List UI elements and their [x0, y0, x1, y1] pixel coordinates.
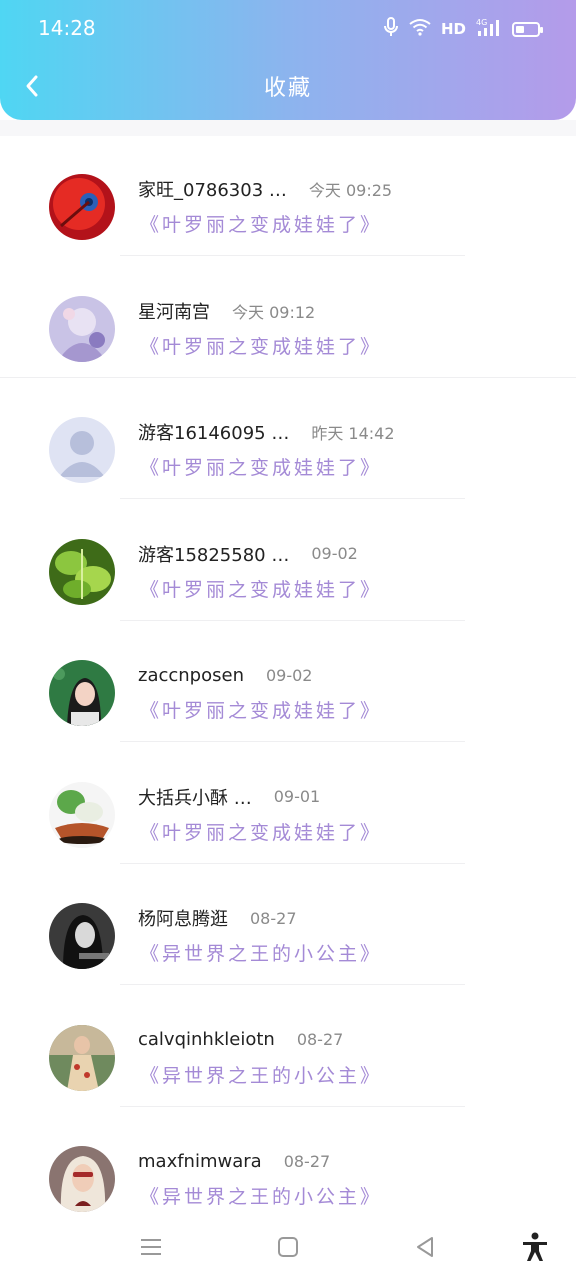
avatar[interactable]: [49, 538, 115, 605]
list-item[interactable]: 杨阿息腾逛 08-27 《异世界之王的小公主》: [0, 865, 576, 987]
favorites-list: 家旺_0786303 … 今天 09:25 《叶罗丽之变成娃娃了》 星河南宫 今…: [0, 136, 576, 1230]
book-title[interactable]: 《异世界之王的小公主》: [140, 1182, 382, 1209]
accessibility-icon[interactable]: [520, 1232, 550, 1262]
list-item[interactable]: calvqinhkleiotn 08-27 《异世界之王的小公主》: [0, 987, 576, 1109]
favorite-time: 09-01: [273, 787, 321, 806]
avatar[interactable]: [49, 903, 115, 969]
signal-icon: 4G: [476, 17, 502, 41]
cell-label: 4G: [476, 18, 487, 27]
list-item[interactable]: 游客16146095 … 昨天 14:42 《叶罗丽之变成娃娃了》: [0, 379, 576, 501]
section-gap: [0, 120, 576, 136]
microphone-icon: [383, 17, 399, 41]
favorite-time: 09-02: [265, 665, 313, 685]
list-item[interactable]: 星河南宫 今天 09:12 《叶罗丽之变成娃娃了》: [0, 258, 576, 380]
favorite-time: 今天 09:25: [308, 181, 393, 200]
list-item[interactable]: maxfnimwara 08-27 《异世界之王的小公主》: [0, 1108, 576, 1230]
divider: [120, 862, 465, 864]
list-item[interactable]: 大括兵小酥 … 09-01 《叶罗丽之变成娃娃了》: [0, 744, 576, 866]
avatar[interactable]: [49, 174, 115, 240]
divider: [120, 1105, 465, 1107]
nickname: 大括兵小酥 …: [138, 787, 252, 809]
book-title[interactable]: 《叶罗丽之变成娃娃了》: [140, 696, 382, 723]
avatar[interactable]: [49, 781, 115, 848]
header: 14:28 HD 4G 收藏: [0, 0, 576, 120]
avatar[interactable]: [49, 1146, 115, 1212]
favorite-time: 08-27: [250, 908, 297, 928]
favorite-time: 昨天 14:42: [311, 424, 395, 443]
avatar[interactable]: [49, 417, 115, 483]
divider: [120, 619, 465, 621]
divider: [120, 498, 465, 499]
list-item[interactable]: 游客15825580 … 09-02 《叶罗丽之变成娃娃了》: [0, 501, 576, 623]
book-title[interactable]: 《叶罗丽之变成娃娃了》: [140, 575, 382, 602]
nickname: 杨阿息腾逛: [138, 909, 228, 930]
book-title[interactable]: 《异世界之王的小公主》: [140, 1061, 382, 1088]
favorite-time: 今天 09:12: [232, 302, 316, 322]
status-bar: 14:28 HD 4G: [0, 0, 576, 58]
nickname: 游客15825580 …: [138, 544, 290, 566]
divider: [120, 741, 465, 742]
status-icons: HD 4G: [383, 16, 543, 42]
nickname: calvqinhkleiotn: [138, 1029, 275, 1050]
book-title[interactable]: 《叶罗丽之变成娃娃了》: [140, 332, 382, 359]
favorite-time: 08-27: [283, 1151, 331, 1171]
page-title: 收藏: [263, 76, 312, 101]
favorite-time: 09-02: [311, 544, 358, 563]
book-title[interactable]: 《异世界之王的小公主》: [140, 939, 382, 966]
menu-icon[interactable]: [136, 1232, 166, 1262]
book-title[interactable]: 《叶罗丽之变成娃娃了》: [140, 453, 382, 480]
wifi-icon: [409, 18, 431, 40]
nickname: 游客16146095 …: [138, 423, 290, 444]
avatar[interactable]: [49, 660, 115, 726]
book-title[interactable]: 《叶罗丽之变成娃娃了》: [140, 210, 382, 237]
nickname: 星河南宫: [138, 301, 210, 323]
status-time: 14:28: [38, 16, 96, 40]
avatar[interactable]: [49, 1024, 115, 1091]
network-label: HD: [440, 20, 466, 38]
divider: [120, 255, 465, 256]
nickname: 家旺_0786303 …: [138, 180, 287, 201]
nickname: zaccnposen: [138, 664, 244, 686]
nav-bar: 收藏: [0, 58, 576, 114]
home-square-icon[interactable]: [273, 1232, 303, 1262]
battery-icon: [512, 21, 543, 37]
favorite-time: 08-27: [296, 1030, 344, 1049]
system-nav-bar: [0, 1214, 576, 1280]
list-item[interactable]: 家旺_0786303 … 今天 09:25 《叶罗丽之变成娃娃了》: [0, 136, 576, 258]
book-title[interactable]: 《叶罗丽之变成娃娃了》: [140, 818, 382, 845]
divider: [120, 984, 465, 985]
divider: [0, 376, 576, 378]
avatar[interactable]: [49, 295, 115, 362]
list-item[interactable]: zaccnposen 09-02 《叶罗丽之变成娃娃了》: [0, 622, 576, 744]
back-triangle-icon[interactable]: [410, 1232, 440, 1262]
nickname: maxfnimwara: [138, 1150, 262, 1172]
